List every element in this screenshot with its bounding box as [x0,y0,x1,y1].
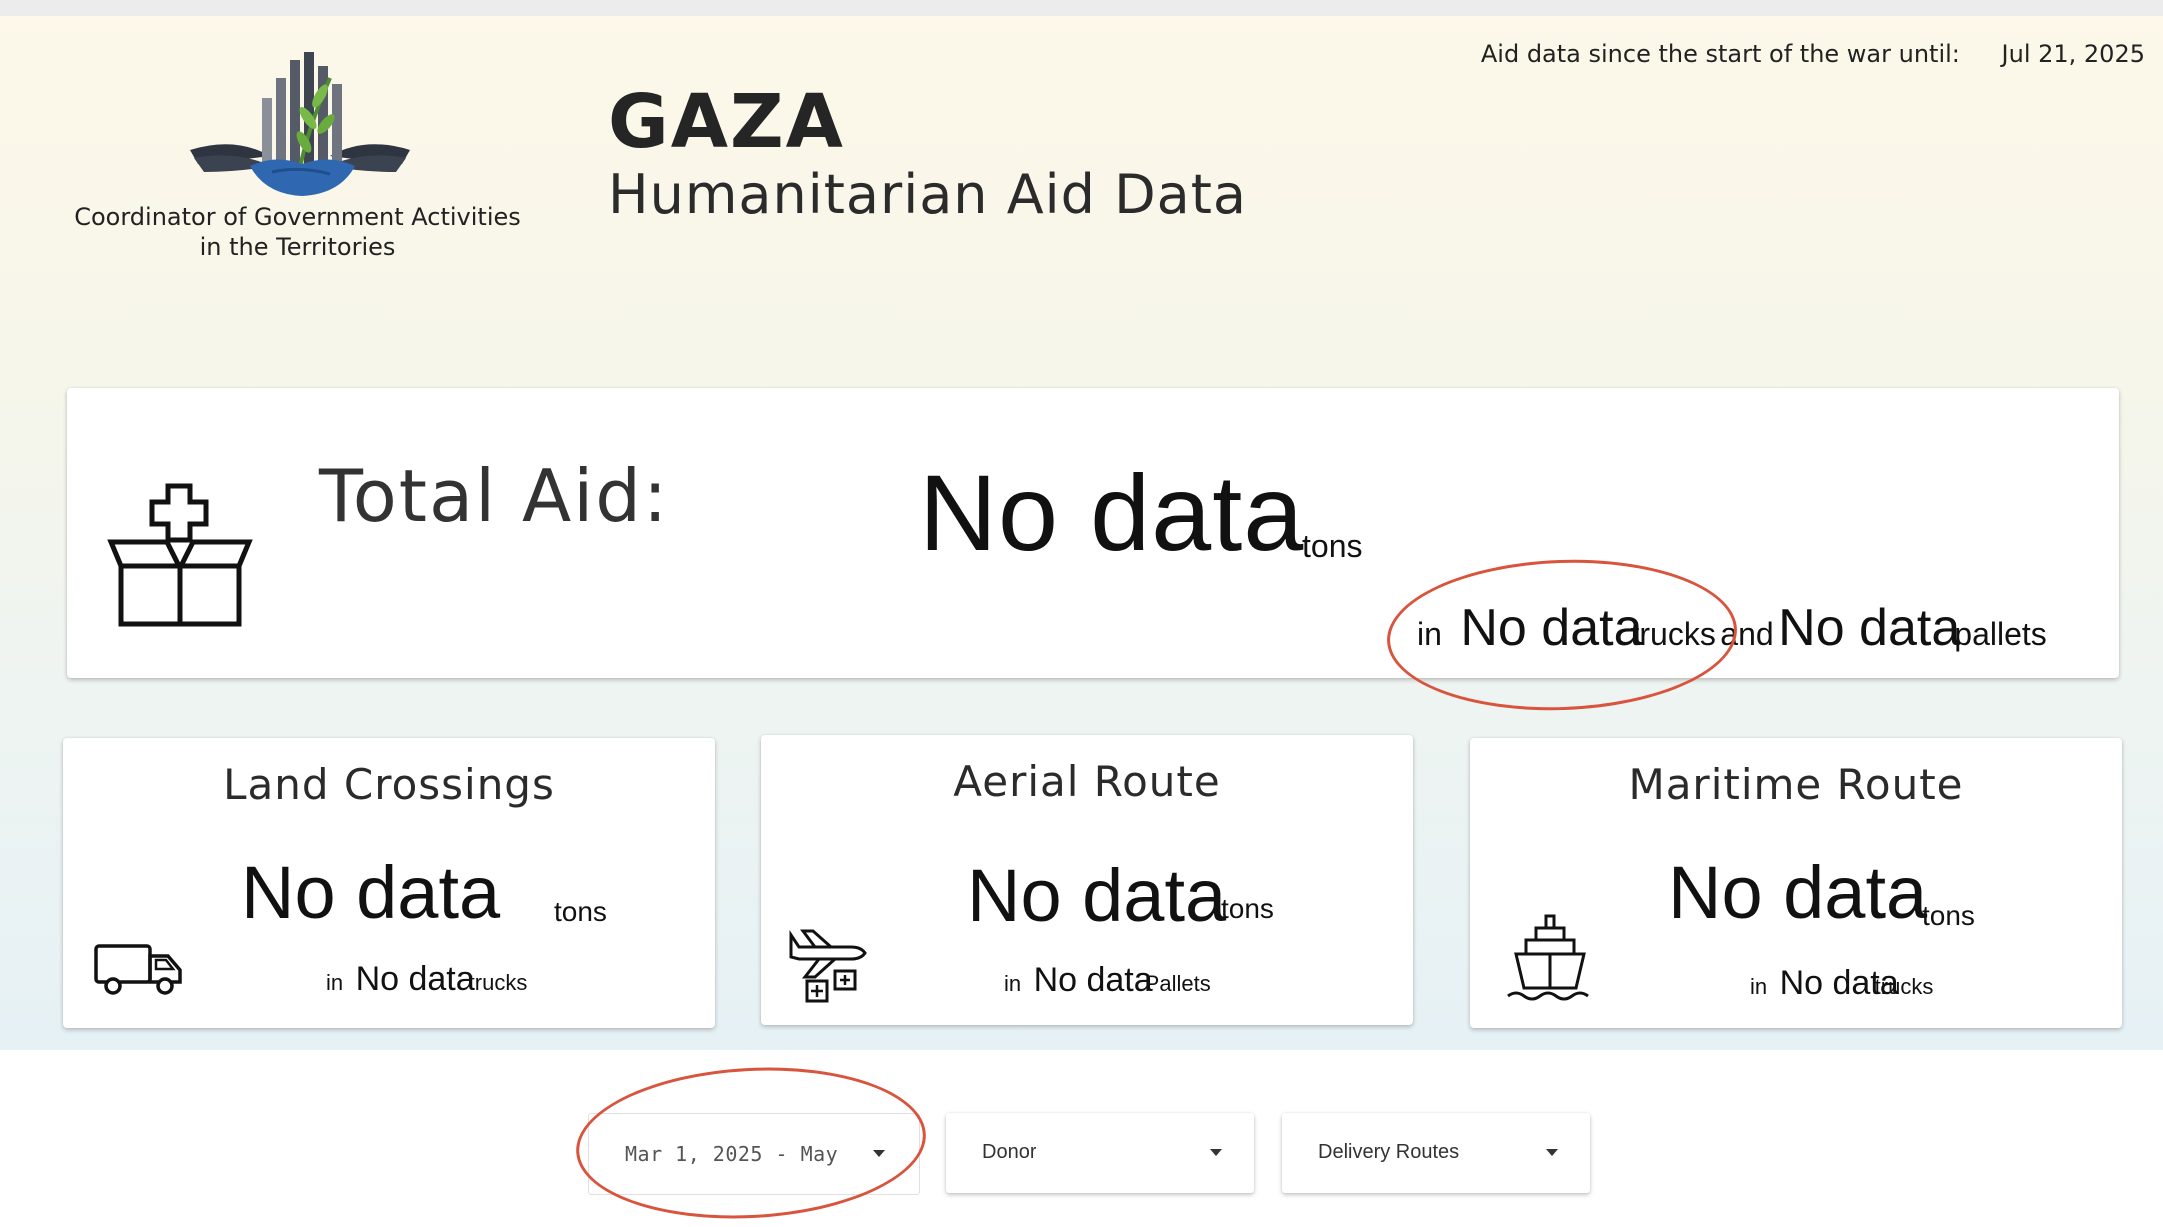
route-unit: tons [1922,900,1975,931]
in-label: in [1750,974,1768,999]
since-text: Aid data since the start of the war unti… [1480,40,1960,68]
route-title: Aerial Route [953,757,1221,806]
since-date: Jul 21, 2025 [2001,40,2145,68]
truck-icon [94,944,182,995]
route-breakdown: in No dataPallets [1004,961,1211,1000]
donor-filter[interactable]: Donor [946,1113,1254,1193]
route-unit: tons [554,896,607,927]
route-value: No data [241,851,501,934]
route-sub-unit: trucks [468,970,528,995]
route-value: No data [1668,851,1928,934]
total-aid-label: Total Aid: [319,454,670,538]
aerial-route-card: Aerial Route No data tons in No dataPall… [761,735,1413,1025]
trucks-unit: trucks [1630,616,1716,652]
route-sub-value: No data [1033,961,1153,999]
route-breakdown: in No datatrucks [326,960,527,999]
total-aid-card: Total Aid: No data tons in No datatrucks… [67,388,2119,678]
route-value: No data [967,854,1227,937]
airplane-cargo-icon [789,929,867,1003]
and-label: and [1720,616,1774,652]
ship-icon [1507,914,1589,1001]
org-name-line1: Coordinator of Government Activities [74,203,521,231]
cogat-logo-icon [190,52,410,196]
in-label: in [326,970,344,995]
route-sub-value: No data [355,960,475,998]
trucks-value: No data [1460,599,1643,657]
page-subtitle: Humanitarian Aid Data [608,163,1248,226]
in-label: in [1417,616,1442,652]
org-name-line2: in the Territories [199,233,396,261]
org-name: Coordinator of Government Activities in … [60,202,535,262]
route-sub-unit: trucks [1874,974,1934,999]
aid-box-icon [107,483,253,627]
chevron-down-icon [1546,1149,1558,1156]
top-strip [0,0,2163,16]
route-sub-unit: Pallets [1144,971,1211,996]
chevron-down-icon [1210,1149,1222,1156]
chevron-down-icon [873,1150,885,1157]
total-aid-unit: tons [1302,528,1363,564]
in-label: in [1004,971,1022,996]
total-aid-breakdown: in No datatrucks and No datapallets [1417,598,2047,658]
route-title: Land Crossings [223,760,555,809]
date-range-filter[interactable]: Mar 1, 2025 - May 18 [588,1113,920,1195]
route-title: Maritime Route [1628,760,1964,809]
route-breakdown: in No datatrucks [1750,964,1933,1003]
data-since-label: Aid data since the start of the war unti… [1481,40,2145,68]
total-aid-value: No data [919,452,1305,573]
route-unit: tons [1221,893,1274,924]
delivery-routes-filter-label: Delivery Routes [1318,1141,1460,1163]
pallets-unit: pallets [1954,616,2047,652]
page-title: GAZA [608,79,845,165]
delivery-routes-filter[interactable]: Delivery Routes [1282,1113,1590,1193]
maritime-route-card: Maritime Route No data tons in No datatr… [1470,738,2122,1028]
pallets-value: No data [1778,599,1961,657]
donor-filter-label: Donor [982,1141,1037,1163]
land-crossings-card: Land Crossings No data tons in No datatr… [63,738,715,1028]
date-range-value: Mar 1, 2025 - May 18 [625,1142,850,1166]
